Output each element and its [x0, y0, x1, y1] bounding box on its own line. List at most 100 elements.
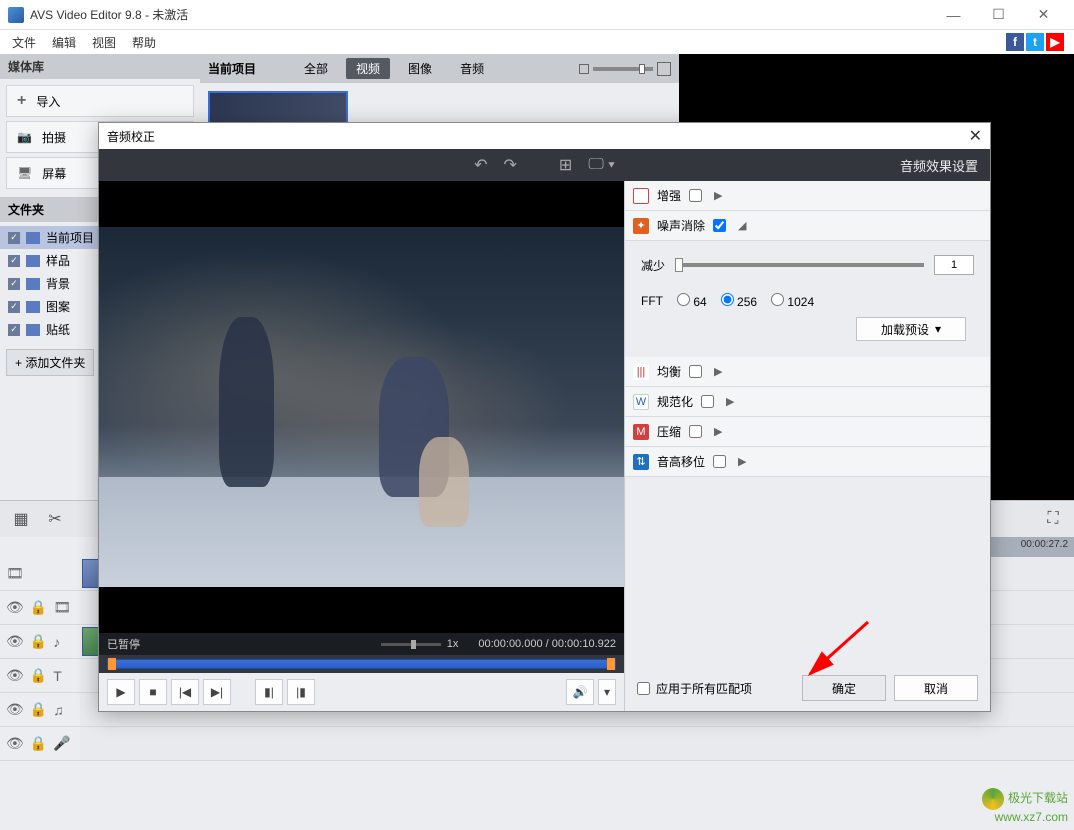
fullscreen-icon[interactable]: ⛶ — [1040, 506, 1066, 532]
reduce-slider[interactable] — [675, 263, 924, 267]
fx-eq-row[interactable]: ||| 均衡 ▶ — [625, 357, 990, 387]
import-label: 导入 — [36, 93, 60, 110]
maximize-button[interactable]: ☐ — [976, 1, 1021, 29]
stop-button[interactable]: ■ — [139, 679, 167, 705]
fft-256-radio[interactable]: 256 — [721, 293, 757, 309]
fx-enhance-label: 增强 — [657, 187, 681, 204]
titlebar: AVS Video Editor 9.8 - 未激活 — ☐ ✕ — [0, 0, 1074, 30]
playback-status: 已暂停 — [107, 636, 140, 652]
apply-all-checkbox[interactable]: 应用于所有匹配项 — [637, 680, 752, 697]
reduce-label: 减少 — [641, 257, 665, 274]
fx-pitch-checkbox[interactable] — [713, 455, 726, 468]
fx-denoise-checkbox[interactable] — [713, 219, 726, 232]
fx-enhance-checkbox[interactable] — [689, 189, 702, 202]
camera-icon: 📷 — [17, 130, 32, 144]
mark-in-button[interactable]: ▮| — [255, 679, 283, 705]
folder-label: 样品 — [46, 252, 70, 269]
fx-compress-row[interactable]: M 压缩 ▶ — [625, 417, 990, 447]
ruler-end-time: 00:00:27.2 — [1021, 539, 1068, 550]
fx-normalize-checkbox[interactable] — [701, 395, 714, 408]
fx-normalize-row[interactable]: W 规范化 ▶ — [625, 387, 990, 417]
timeline-view-icon[interactable]: ▦ — [8, 506, 34, 532]
zoom-large-icon — [657, 62, 671, 76]
scrubber[interactable] — [107, 659, 616, 669]
app-icon — [8, 7, 24, 23]
dialog-preview — [99, 181, 624, 633]
fx-denoise-label: 噪声消除 — [657, 217, 705, 234]
youtube-icon[interactable]: ▶ — [1046, 33, 1064, 51]
minimize-button[interactable]: — — [931, 1, 976, 29]
monitor-icon[interactable]: 🖵 ▾ — [584, 156, 619, 174]
dialog-close-button[interactable]: ✕ — [969, 126, 982, 146]
apply-all-label: 应用于所有匹配项 — [656, 680, 752, 697]
fx-compress-checkbox[interactable] — [689, 425, 702, 438]
fx-compress-label: 压缩 — [657, 423, 681, 440]
import-button[interactable]: + 导入 — [6, 85, 194, 117]
menu-file[interactable]: 文件 — [4, 30, 44, 54]
menu-help[interactable]: 帮助 — [124, 30, 164, 54]
cut-icon[interactable]: ✂ — [42, 506, 68, 532]
fx-pitch-label: 音高移位 — [657, 453, 705, 470]
preset-label: 加载预设 — [881, 321, 929, 338]
folder-label: 当前项目 — [46, 229, 94, 246]
fx-eq-checkbox[interactable] — [689, 365, 702, 378]
fft-label: FFT — [641, 294, 663, 308]
facebook-icon[interactable]: f — [1006, 33, 1024, 51]
chevron-down-icon[interactable]: ◢ — [738, 219, 746, 232]
fft-64-radio[interactable]: 64 — [677, 293, 707, 309]
fx-enhance-row[interactable]: ⌒ 增强 ▶ — [625, 181, 990, 211]
menu-edit[interactable]: 编辑 — [44, 30, 84, 54]
zoom-small-icon — [579, 64, 589, 74]
next-frame-button[interactable]: ▶| — [203, 679, 231, 705]
tab-all[interactable]: 全部 — [294, 58, 338, 79]
window-title: AVS Video Editor 9.8 - 未激活 — [30, 6, 931, 23]
thumbnail-zoom[interactable] — [579, 62, 671, 76]
cancel-button[interactable]: 取消 — [894, 675, 978, 701]
close-button[interactable]: ✕ — [1021, 1, 1066, 29]
folder-label: 背景 — [46, 275, 70, 292]
add-folder-button[interactable]: + 添加文件夹 — [6, 349, 94, 376]
mark-out-button[interactable]: |▮ — [287, 679, 315, 705]
audio-correction-dialog: 音频校正 ✕ ↶ ↷ ⊞ 🖵 ▾ 音频效果设置 已暂停 1x — [98, 122, 991, 712]
folder-label: 图案 — [46, 298, 70, 315]
fx-denoise-row[interactable]: ✦ 噪声消除 ◢ — [625, 211, 990, 241]
chevron-right-icon[interactable]: ▶ — [726, 395, 734, 408]
pitch-icon: ⇅ — [633, 454, 649, 470]
chevron-right-icon[interactable]: ▶ — [714, 425, 722, 438]
tab-video[interactable]: 视频 — [346, 58, 390, 79]
speed-slider[interactable] — [381, 643, 441, 646]
fft-1024-radio[interactable]: 1024 — [771, 293, 814, 309]
chevron-right-icon[interactable]: ▶ — [714, 365, 722, 378]
tab-image[interactable]: 图像 — [398, 58, 442, 79]
reduce-input[interactable] — [934, 255, 974, 275]
speed-value: 1x — [447, 638, 459, 650]
grid-icon[interactable]: ⊞ — [555, 155, 576, 175]
toolbar-right-label: 音频效果设置 — [900, 156, 978, 175]
menu-view[interactable]: 视图 — [84, 30, 124, 54]
watermark-logo-icon — [982, 788, 1004, 810]
chevron-right-icon[interactable]: ▶ — [714, 189, 722, 202]
normalize-icon: W — [633, 394, 649, 410]
time-current: 00:00:00.000 — [478, 638, 542, 650]
twitter-icon[interactable]: t — [1026, 33, 1044, 51]
enhance-icon: ⌒ — [633, 188, 649, 204]
text-icon: T — [53, 668, 62, 684]
volume-menu-button[interactable]: ▾ — [598, 679, 616, 705]
load-preset-button[interactable]: 加载预设 ▾ — [856, 317, 966, 341]
ok-button[interactable]: 确定 — [802, 675, 886, 701]
play-button[interactable]: ▶ — [107, 679, 135, 705]
volume-button[interactable]: 🔊 — [566, 679, 594, 705]
undo-icon[interactable]: ↶ — [470, 155, 491, 175]
watermark: 极光下载站 www.xz7.com — [982, 788, 1068, 824]
chevron-right-icon[interactable]: ▶ — [738, 455, 746, 468]
tab-audio[interactable]: 音频 — [450, 58, 494, 79]
eye-icon: 👁 — [6, 599, 24, 616]
track-voice[interactable]: 👁🔒🎤 — [0, 727, 1074, 761]
fx-normalize-label: 规范化 — [657, 393, 693, 410]
prev-frame-button[interactable]: |◀ — [171, 679, 199, 705]
eye-icon: 👁 — [6, 633, 24, 650]
fx-pitch-row[interactable]: ⇅ 音高移位 ▶ — [625, 447, 990, 477]
redo-icon[interactable]: ↷ — [500, 155, 521, 175]
media-library-title: 媒体库 — [0, 54, 200, 79]
fx-denoise-body: 减少 FFT 64 256 1024 加载预设 ▾ — [625, 241, 990, 357]
